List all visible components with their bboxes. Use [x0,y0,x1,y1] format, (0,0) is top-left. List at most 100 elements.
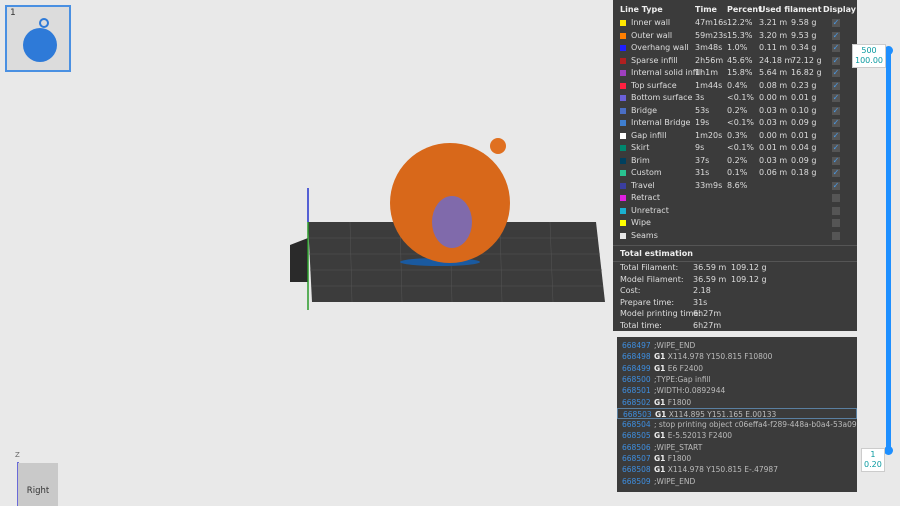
display-checkbox[interactable]: ✓ [832,131,840,140]
estimation-value: 6h27m [693,320,722,330]
line-time: 31s [695,168,710,177]
top-layer-label: 500 100.00 [852,44,886,68]
gcode-line[interactable]: 668502 G1 F1800 [617,397,857,408]
line-percent: 8.6% [727,180,748,190]
estimation-value: 31s [693,297,708,307]
line-percent: <0.1% [727,118,755,127]
plate-number: 1 [10,8,16,18]
legend-row: Custom 31s 0.1% 0.06 m 0.18 g ✓ [613,167,857,179]
gcode-args: F1800 [667,397,692,407]
gcode-line[interactable]: 668507 G1 F1800 [617,453,857,464]
line-type-name: Bottom surface [631,93,693,102]
line-length: 5.64 m [759,68,788,77]
color-swatch-icon [620,170,626,176]
gcode-args: X114.895 Y151.165 E.00133 [668,409,777,419]
line-type-name: Outer wall [631,30,673,40]
display-checkbox[interactable]: ✓ [832,119,840,127]
line-type-name: Gap infill [631,130,667,140]
gcode-line-number: 668507 [622,454,651,463]
gcode-args: ;WIDTH:0.0892944 [654,386,726,396]
gcode-line[interactable]: 668501 ;WIDTH:0.0892944 [617,385,857,396]
display-checkbox[interactable]: ✓ [832,31,840,40]
gcode-viewer[interactable]: 668497 ;WIPE_END 668498 G1 X114.978 Y150.… [617,337,857,492]
gcode-line[interactable]: 668509 ;WIPE_END [617,476,857,487]
legend-row: Inner wall 47m16s 12.2% 3.21 m 9.58 g ✓ [613,17,857,29]
line-weight: 0.34 g [791,43,817,52]
gcode-line[interactable]: 668508 G1 X114.978 Y150.815 E-.47987 [617,464,857,475]
legend-row: Outer wall 59m23s 15.3% 3.20 m 9.53 g ✓ [613,30,857,42]
plate-thumbnail[interactable]: 1 [5,5,71,72]
display-checkbox[interactable]: ✓ [832,144,840,152]
estimation-label: Model printing time: [620,309,702,318]
line-type-name: Overhang wall [631,43,689,52]
gcode-line[interactable]: 668505 G1 E-5.52013 F2400 [617,430,857,441]
plate-edge [290,238,308,282]
gcode-args: F1800 [667,454,692,463]
line-weight: 0.10 g [791,105,817,115]
line-type-name: Custom [631,168,662,177]
bottom-layer-label: 1 0.20 [861,448,885,472]
color-swatch-icon [620,132,626,139]
line-percent: 1.0% [727,43,748,52]
color-swatch-icon [620,95,626,101]
display-checkbox[interactable]: ✓ [832,44,840,52]
legend-row: Bridge 53s 0.2% 0.03 m 0.10 g ✓ [613,105,857,117]
gcode-line-number: 668506 [622,442,651,452]
line-type-name: Skirt [631,143,650,152]
gcode-args: X114.978 Y150.815 F10800 [667,352,773,362]
legend-row: Sparse infill 2h56m 45.6% 24.18 m 72.12 … [613,55,857,67]
legend-header: Line Type Time Percent Used filament Dis… [613,4,857,16]
gcode-line[interactable]: 668503 G1 X114.895 Y151.165 E.00133 [617,407,857,420]
display-checkbox[interactable]: ✓ [832,156,840,165]
gcode-command: G1 [654,454,666,463]
gcode-line[interactable]: 668504 ; stop printing object c06effa4-f… [617,419,857,430]
line-time: 3m48s [695,43,723,52]
display-checkbox[interactable] [832,194,840,202]
gcode-line[interactable]: 668497 ;WIPE_END [617,340,857,351]
display-checkbox[interactable] [832,206,840,215]
display-checkbox[interactable] [832,219,840,227]
display-checkbox[interactable]: ✓ [832,81,840,90]
model-loop [490,138,506,154]
estimation-row: Prepare time: 31s [613,297,857,309]
color-swatch-icon [620,195,626,201]
display-checkbox[interactable]: ✓ [832,69,840,77]
display-checkbox[interactable]: ✓ [832,94,840,102]
gcode-line[interactable]: 668500 ;TYPE:Gap infill [617,374,857,385]
gcode-line[interactable]: 668499 G1 E6 F2400 [617,363,857,374]
display-checkbox[interactable] [832,231,840,240]
line-time: 33m9s [695,180,723,190]
line-percent: 15.3% [727,30,753,40]
estimation-label: Total time: [620,320,662,330]
legend-row: Gap infill 1m20s 0.3% 0.00 m 0.01 g ✓ [613,130,857,142]
line-type-name: Bridge [631,105,658,115]
estimation-label: Total Filament: [620,263,679,272]
legend-row: Wipe [613,217,857,229]
col-line-type: Line Type [620,5,663,14]
view-cube[interactable]: Right [18,463,58,506]
display-checkbox[interactable]: ✓ [832,169,840,177]
gcode-command: G1 [655,409,667,419]
top-layer-height: 100.00 [855,56,883,65]
gcode-line[interactable]: 668498 G1 X114.978 Y150.815 F10800 [617,351,857,362]
legend-row: Overhang wall 3m48s 1.0% 0.11 m 0.34 g ✓ [613,42,857,54]
color-swatch-icon [620,120,626,126]
gcode-line-number: 668498 [622,352,651,362]
display-checkbox[interactable]: ✓ [832,19,840,27]
line-type-name: Top surface [631,80,677,90]
model-infill [432,196,472,248]
display-checkbox[interactable]: ✓ [832,106,840,115]
legend-panel: Line Type Time Percent Used filament Dis… [613,0,857,331]
display-checkbox[interactable]: ✓ [832,56,840,65]
layer-slider-bottom-handle[interactable] [884,446,893,455]
line-weight: 0.01 g [791,93,817,102]
gcode-line[interactable]: 668506 ;WIPE_START [617,442,857,453]
gcode-line-number: 668505 [622,431,651,441]
line-weight: 0.23 g [791,80,817,90]
line-percent: 0.1% [727,168,748,177]
color-swatch-icon [620,207,626,214]
estimation-label: Prepare time: [620,297,675,307]
display-checkbox[interactable]: ✓ [832,181,840,190]
layer-slider-track[interactable] [886,50,891,452]
color-swatch-icon [620,182,626,189]
